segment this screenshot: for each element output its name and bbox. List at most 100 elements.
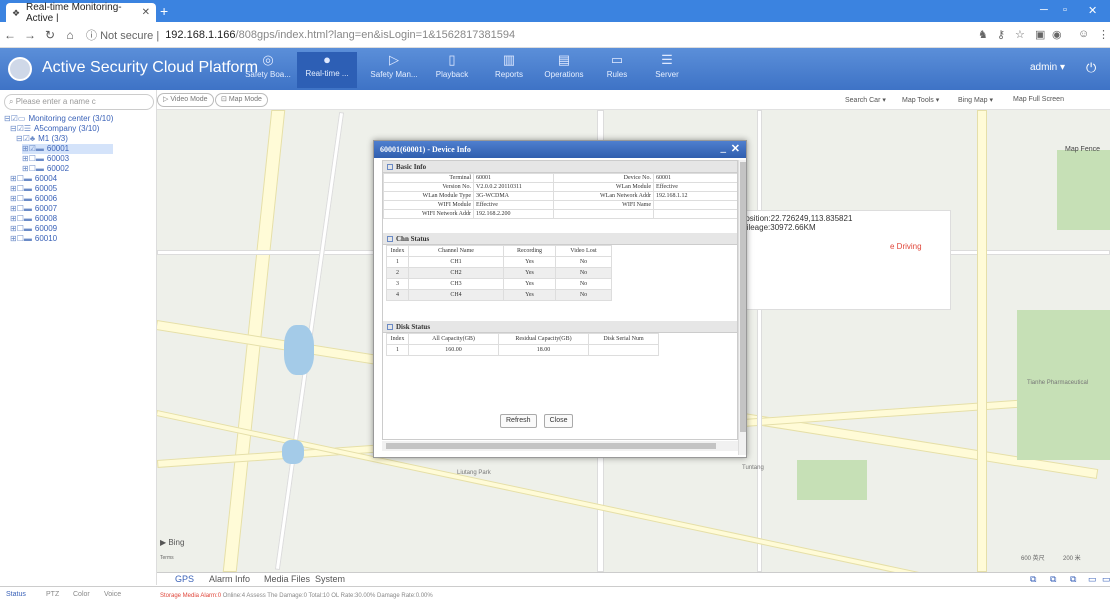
tab-close-icon[interactable]: ✕ [142,7,150,18]
reload-icon[interactable]: ↻ [40,28,60,42]
map-mode-button[interactable]: ⊡ Map Mode [215,93,268,107]
collapse-icon [387,324,393,330]
minimize-icon[interactable]: _ [721,140,727,157]
favicon-icon: ❖ [12,7,21,18]
extension-icon[interactable]: ▣ [1035,28,1045,41]
dialog-title: 60001(60001) - Device Info [380,145,471,154]
tab-voice[interactable]: Voice [104,591,121,598]
disk-status-table: Index All Capacity(GB) Residual Capacity(G… [386,333,659,356]
map-terms[interactable]: Terms [160,555,174,561]
nav-reports[interactable]: ▥ Reports [479,52,539,88]
tree-node-vehicle[interactable]: ⊞☐▬ 60009 [10,224,113,234]
operations-icon: ▤ [557,52,571,67]
dialog-titlebar[interactable]: 60001(60001) - Device Info _ ✕ [374,141,746,158]
tab-ptz[interactable]: PTZ [46,591,59,598]
extension-icon[interactable]: ◉ [1052,28,1062,41]
basic-info-table: Terminal 60001 Device No. 60001 Version No.… [383,173,737,219]
minimize-icon[interactable]: ─ [1040,4,1048,16]
tab-gps[interactable]: GPS [175,574,194,584]
tree-node-vehicle[interactable]: ⊞☑▬ 60001 [22,144,114,154]
forward-icon[interactable]: → [20,28,40,42]
table-row: 4 CH4 Yes No [386,289,612,301]
tree-node-vehicle[interactable]: ⊞☐▬ 60004 [10,174,113,184]
window-icon[interactable]: ▭ [1102,574,1110,585]
tree-node[interactable]: ⊟☑▭ Monitoring center (3/10) [4,114,113,124]
map-icon: ⊡ [221,96,227,103]
bing-map-menu[interactable]: Bing Map ▾ [958,96,993,104]
url-path: /808gps/index.html?lang=en&isLogin=1&156… [235,28,516,41]
basic-info-header[interactable]: Basic Info [383,161,737,173]
vehicle-icon: ⊞☐▬ [10,184,32,193]
nav-server[interactable]: ☰ Server [637,52,697,88]
vehicle-icon: ⊞☐▬ [10,234,32,243]
nav-real-time[interactable]: ● Real-time ... [297,52,357,88]
power-icon[interactable]: ⏻ [1086,60,1096,76]
app-title: Active Security Cloud Platform [42,59,259,76]
nav-playback[interactable]: ▯ Playback [422,52,482,88]
vehicle-icon: ⊞☐▬ [10,174,32,183]
refresh-button[interactable]: Refresh [500,414,537,428]
tree-node[interactable]: ⊟☑♣ M1 (3/3) [16,134,113,144]
map-tools-menu[interactable]: Map Tools ▾ [902,96,939,104]
chn-status-header[interactable]: Chn Status [383,233,737,245]
vehicle-icon: ⊞☐▬ [22,164,44,173]
browser-tab[interactable]: ❖ Real-time Monitoring-Active | ✕ [6,2,156,24]
url-field[interactable]: ⓘ Not secure | 192.168.1.166/808gps/inde… [86,27,515,43]
app-header: Active Security Cloud Platform ◎ Safety B… [0,48,1110,90]
dialog-body: Basic Info Terminal 60001 Device No. 60001 … [382,160,738,440]
tab-alarm-info[interactable]: Alarm Info [209,574,250,584]
bottom-tab-bar: GPS Alarm Info Media Files System ⧉ ⧉ ⧉ … [157,572,1110,586]
dialog-vertical-scrollbar[interactable] [738,160,746,455]
device-info-dialog: 60001(60001) - Device Info _ ✕ Basic Inf… [373,140,747,458]
vehicle-icon: ⊞☐▬ [10,214,32,223]
maximize-icon[interactable]: ▫ [1063,4,1067,16]
tab-media-files[interactable]: Media Files [264,574,310,584]
window-icon[interactable]: ▭ [1088,574,1097,585]
bing-logo: ▶ Bing [160,538,185,547]
tree-node[interactable]: ⊟☑☰ A5company (3/10) [10,124,113,134]
nav-safety-management[interactable]: ▷ Safety Man... [364,52,424,88]
vehicle-icon: ⊞☑▬ [22,144,44,153]
tree-node-vehicle[interactable]: ⊞☐▬ 60007 [10,204,113,214]
app-logo [8,57,32,81]
layout-icon[interactable]: ⧉ [1050,574,1056,585]
disk-status-header[interactable]: Disk Status [383,321,737,333]
map-full-screen-button[interactable]: Map Full Screen [1013,96,1064,103]
close-window-icon[interactable]: ✕ [1088,4,1097,17]
star-icon[interactable]: ☆ [1015,28,1025,41]
monitor-icon: ⊟☑▭ [4,114,26,123]
tab-system[interactable]: System [315,574,345,584]
search-car-menu[interactable]: Search Car ▾ [845,96,886,104]
tree-node-vehicle[interactable]: ⊞☐▬ 60002 [22,164,113,174]
vehicle-info-popup: Position:22.726249,113.835821 Mileage:30… [731,210,951,310]
url-host: 192.168.1.166 [165,28,236,41]
extension-icon[interactable]: ♞ [978,28,988,41]
close-icon[interactable]: ✕ [731,141,740,158]
tree-node-vehicle[interactable]: ⊞☐▬ 60010 [10,234,113,244]
layout-icon[interactable]: ⧉ [1030,574,1036,585]
layout-icon[interactable]: ⧉ [1070,574,1076,585]
user-menu[interactable]: admin ▾ [1030,62,1065,73]
key-icon[interactable]: ⚷ [997,28,1005,41]
nav-operations[interactable]: ▤ Operations [534,52,594,88]
video-mode-button[interactable]: ▷ Video Mode [157,93,214,107]
vehicle-icon: ⊞☐▬ [10,194,32,203]
tab-status[interactable]: Status [6,591,26,598]
dialog-horizontal-scrollbar[interactable] [382,441,738,451]
tab-color[interactable]: Color [73,591,90,598]
tree-node-vehicle[interactable]: ⊞☐▬ 60006 [10,194,113,204]
new-tab-button[interactable]: + [160,3,168,19]
tree-node-vehicle[interactable]: ⊞☐▬ 60005 [10,184,113,194]
back-icon[interactable]: ← [0,28,20,42]
tree-node-vehicle[interactable]: ⊞☐▬ 60008 [10,214,113,224]
profile-icon[interactable]: ☺ [1078,28,1089,40]
menu-icon[interactable]: ⋮ [1098,28,1109,41]
board-icon: ◎ [262,52,274,67]
vehicle-tree-sidebar: ⌕ Please enter a name c ⊟☑▭ Monitoring ce… [0,90,157,585]
search-input[interactable]: ⌕ Please enter a name c [4,94,154,110]
home-icon[interactable]: ⌂ [60,28,80,42]
tree-node-vehicle[interactable]: ⊞☐▬ 60003 [22,154,113,164]
close-button[interactable]: Close [543,414,574,428]
map-fence-button[interactable]: Map Fence [1065,146,1100,153]
nav-safety-board[interactable]: ◎ Safety Boa... [238,52,298,88]
